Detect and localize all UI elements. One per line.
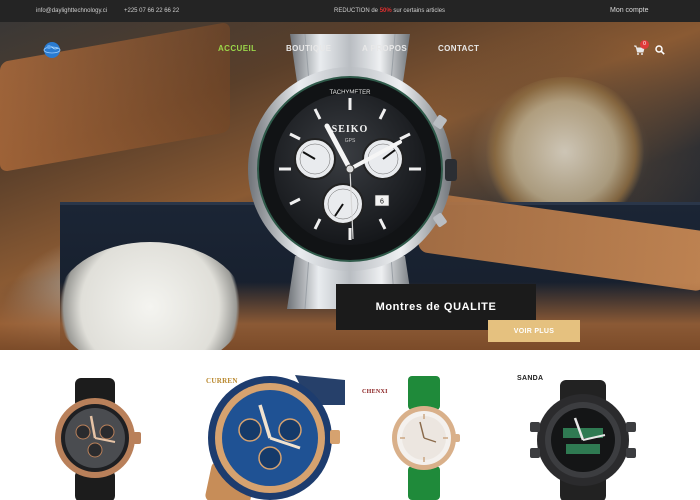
product-grid: CURREN CHENXI SANDA: [0, 350, 700, 500]
watch-brand-text: SEIKO: [332, 124, 369, 135]
account-link[interactable]: Mon compte: [610, 7, 649, 14]
contact-phone[interactable]: +225 07 66 22 66 22: [124, 8, 179, 14]
nav-item-accueil[interactable]: ACCUEIL: [218, 44, 256, 53]
main-navigation: ACCUEIL BOUTIQUE A PROPOS CONTACT: [0, 44, 700, 58]
watch-subdial-text: GPS: [345, 138, 356, 144]
voir-plus-button[interactable]: VOIR PLUS: [488, 320, 580, 342]
hero-main-watch-image: TACHYMETER 6 SEIKO GP: [248, 34, 457, 309]
nav-item-contact[interactable]: CONTACT: [438, 44, 479, 53]
promo-percent: 50%: [379, 8, 392, 14]
svg-text:6: 6: [380, 199, 384, 206]
cart-count-badge: 0: [640, 40, 649, 49]
promo-banner: REDUCTION de 50% sur certains articles: [334, 8, 445, 14]
product-card-sanda-watch[interactable]: [530, 350, 640, 500]
hero-title: Montres de QUALITE: [375, 301, 497, 313]
promo-suffix: sur certains articles: [391, 8, 446, 14]
search-icon[interactable]: [655, 45, 665, 55]
nav-item-boutique[interactable]: BOUTIQUE: [286, 44, 331, 53]
top-info-bar: info@daylighttechnology.ci +225 07 66 22…: [0, 0, 700, 22]
promo-prefix: REDUCTION de: [334, 8, 380, 14]
product-card-rose-gold-watch[interactable]: [45, 350, 145, 500]
contact-email[interactable]: info@daylighttechnology.ci: [36, 8, 107, 14]
product-card-chenxi-watch[interactable]: [380, 350, 470, 500]
hero-banner: TACHYMETER 6 SEIKO GP: [0, 22, 700, 350]
nav-item-a-propos[interactable]: A PROPOS: [362, 44, 407, 53]
product-card-curren-watch[interactable]: [200, 350, 345, 500]
